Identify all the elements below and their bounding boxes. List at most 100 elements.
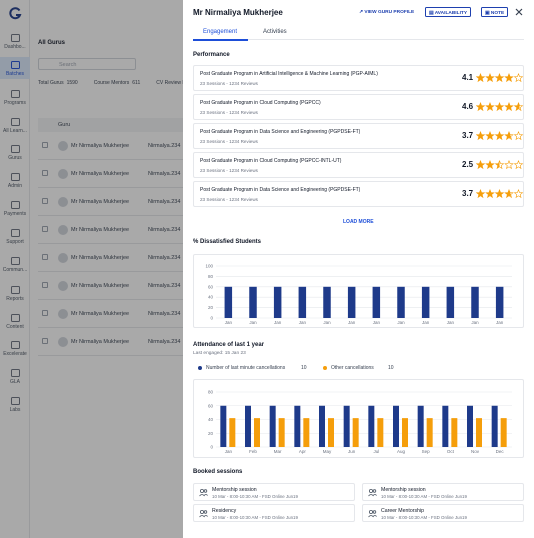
drawer-tabs: Engagement Activities xyxy=(193,27,524,41)
y-tick-label: 60 xyxy=(208,403,214,408)
star-rating-icon xyxy=(476,131,524,141)
star-icon xyxy=(513,73,524,83)
program-name: Post Graduate Program in Data Science an… xyxy=(200,187,361,193)
calendar-icon: ▤ xyxy=(429,10,434,16)
attendance-chart: 80 60 40 20 0 Jan Feb Mar Apr May Jun Jul Aug Sep Oct N… xyxy=(193,379,524,458)
booked-session-card[interactable]: Mentorship session 10 Mar - 8:00-10:30 AM… xyxy=(362,483,524,501)
drawer-title: Mr Nirmaliya Mukherjee xyxy=(193,8,283,17)
booked-session-card[interactable]: Residency 10 Mar - 8:00-10:30 AM - FSD On… xyxy=(193,504,355,522)
x-tick-label: Jul xyxy=(373,449,379,454)
bar-other xyxy=(402,418,408,447)
bar-last-minute xyxy=(319,405,325,447)
y-tick-label: 80 xyxy=(208,390,214,395)
bar-other xyxy=(303,418,310,447)
bar-other xyxy=(377,418,384,447)
star-icon xyxy=(476,102,486,112)
star-icon xyxy=(476,160,486,170)
people-icon xyxy=(368,488,377,497)
session-name: Mentorship session xyxy=(381,486,426,493)
program-rating-card: Post Graduate Program in Cloud Computing… xyxy=(193,152,524,178)
active-tab-indicator xyxy=(193,39,248,41)
booked-session-card[interactable]: Career Mentorship 10 Mar - 8:00-10:30 AM … xyxy=(362,504,524,522)
bar xyxy=(446,286,455,318)
dissatisfied-chart: 100 80 60 40 20 0 Jan Jan Jan Jan Jan Jan Jan Jan Jan J… xyxy=(193,254,524,328)
legend-last-minute-value: 10 xyxy=(301,365,307,371)
legend-dot-last-minute xyxy=(198,366,202,370)
bar-other xyxy=(426,418,433,447)
star-icon xyxy=(494,102,505,112)
star-icon xyxy=(485,73,495,83)
program-rating-card: Post Graduate Program in Data Science an… xyxy=(193,181,524,207)
x-tick-label: Feb xyxy=(249,449,257,454)
performance-title: Performance xyxy=(193,52,230,58)
program-rating-card: Post Graduate Program in Data Science an… xyxy=(193,123,524,149)
availability-button[interactable]: ▤ AVAILABILITY xyxy=(425,7,472,17)
star-icon xyxy=(476,73,486,83)
guru-detail-drawer: Mr Nirmaliya Mukherjee ↗ VIEW GURU PROFI… xyxy=(183,0,534,538)
people-icon xyxy=(368,509,377,518)
booked-sessions-title: Booked sessions xyxy=(193,469,243,475)
star-icon xyxy=(485,131,495,141)
x-tick-label: Jan xyxy=(397,320,405,325)
program-rating-card: Post Graduate Program in Cloud Computing… xyxy=(193,94,524,120)
program-meta: 23 Sessions - 1234 Reviews xyxy=(200,139,258,144)
star-icon xyxy=(513,131,524,141)
bar-other xyxy=(476,418,482,447)
bar-last-minute xyxy=(467,405,473,447)
x-tick-label: Jan xyxy=(348,320,356,325)
people-icon xyxy=(199,488,208,497)
program-name: Post Graduate Program in Cloud Computing… xyxy=(200,100,321,106)
note-icon: ▣ xyxy=(485,10,490,16)
x-tick-label: Jan xyxy=(447,320,455,325)
tab-engagement[interactable]: Engagement xyxy=(203,29,237,35)
tab-activities[interactable]: Activities xyxy=(263,29,287,35)
booked-session-card[interactable]: Mentorship session 10 Mar - 8:00-10:30 AM… xyxy=(193,483,355,501)
legend-dot-other xyxy=(323,366,327,370)
star-icon xyxy=(513,102,524,112)
session-name: Mentorship session xyxy=(212,486,257,493)
load-more-button[interactable]: LOAD MORE xyxy=(343,219,374,225)
program-rating: 4.6 xyxy=(462,102,474,111)
star-icon xyxy=(513,160,524,170)
x-tick-label: Jan xyxy=(249,320,257,325)
program-meta: 23 Sessions - 1234 Reviews xyxy=(200,110,258,115)
bar xyxy=(347,286,356,318)
session-name: Residency xyxy=(212,507,237,514)
program-meta: 23 Sessions - 1234 Reviews xyxy=(200,197,258,202)
x-tick-label: Jan xyxy=(323,320,331,325)
close-icon[interactable] xyxy=(514,7,524,17)
bar-last-minute xyxy=(294,405,301,447)
dissatisfied-title: % Dissatisfied Students xyxy=(193,239,262,245)
legend-last-minute-label: Number of last minute cancellations xyxy=(206,365,286,371)
bar xyxy=(471,286,479,318)
bar-last-minute xyxy=(245,405,251,447)
view-profile-button[interactable]: ↗ VIEW GURU PROFILE xyxy=(359,7,414,17)
x-tick-label: Dec xyxy=(496,449,505,454)
bar xyxy=(298,286,307,318)
attendance-bar-chart: 80 60 40 20 0 Jan Feb Mar Apr May Jun Jul Aug Sep Oct N… xyxy=(208,390,512,454)
y-tick-label: 0 xyxy=(210,445,213,450)
star-icon xyxy=(504,160,514,170)
session-detail: 10 Mar - 8:00-10:30 AM - FSD Online Jun1… xyxy=(212,515,298,520)
x-tick-label: Sep xyxy=(422,449,431,454)
y-tick-label: 100 xyxy=(205,264,213,269)
program-rating: 3.7 xyxy=(462,131,474,140)
x-tick-label: Oct xyxy=(447,449,455,454)
x-tick-label: Nov xyxy=(471,449,480,454)
x-tick-label: Jan xyxy=(225,449,233,454)
bar xyxy=(421,286,430,318)
star-icon xyxy=(494,131,505,141)
attendance-title: Attendance of last 1 year xyxy=(193,342,265,348)
program-name: Post Graduate Program in Artificial Inte… xyxy=(200,71,378,77)
x-tick-label: Jun xyxy=(348,449,356,454)
y-tick-label: 40 xyxy=(208,295,214,300)
star-icon xyxy=(513,189,524,199)
star-icon xyxy=(485,102,495,112)
bar-last-minute xyxy=(491,405,498,447)
bar xyxy=(323,286,331,318)
note-button[interactable]: ▣ NOTE xyxy=(481,7,509,17)
x-tick-label: Jan xyxy=(225,320,233,325)
star-icon xyxy=(504,73,514,83)
bar xyxy=(273,286,282,318)
star-icon xyxy=(476,189,486,199)
